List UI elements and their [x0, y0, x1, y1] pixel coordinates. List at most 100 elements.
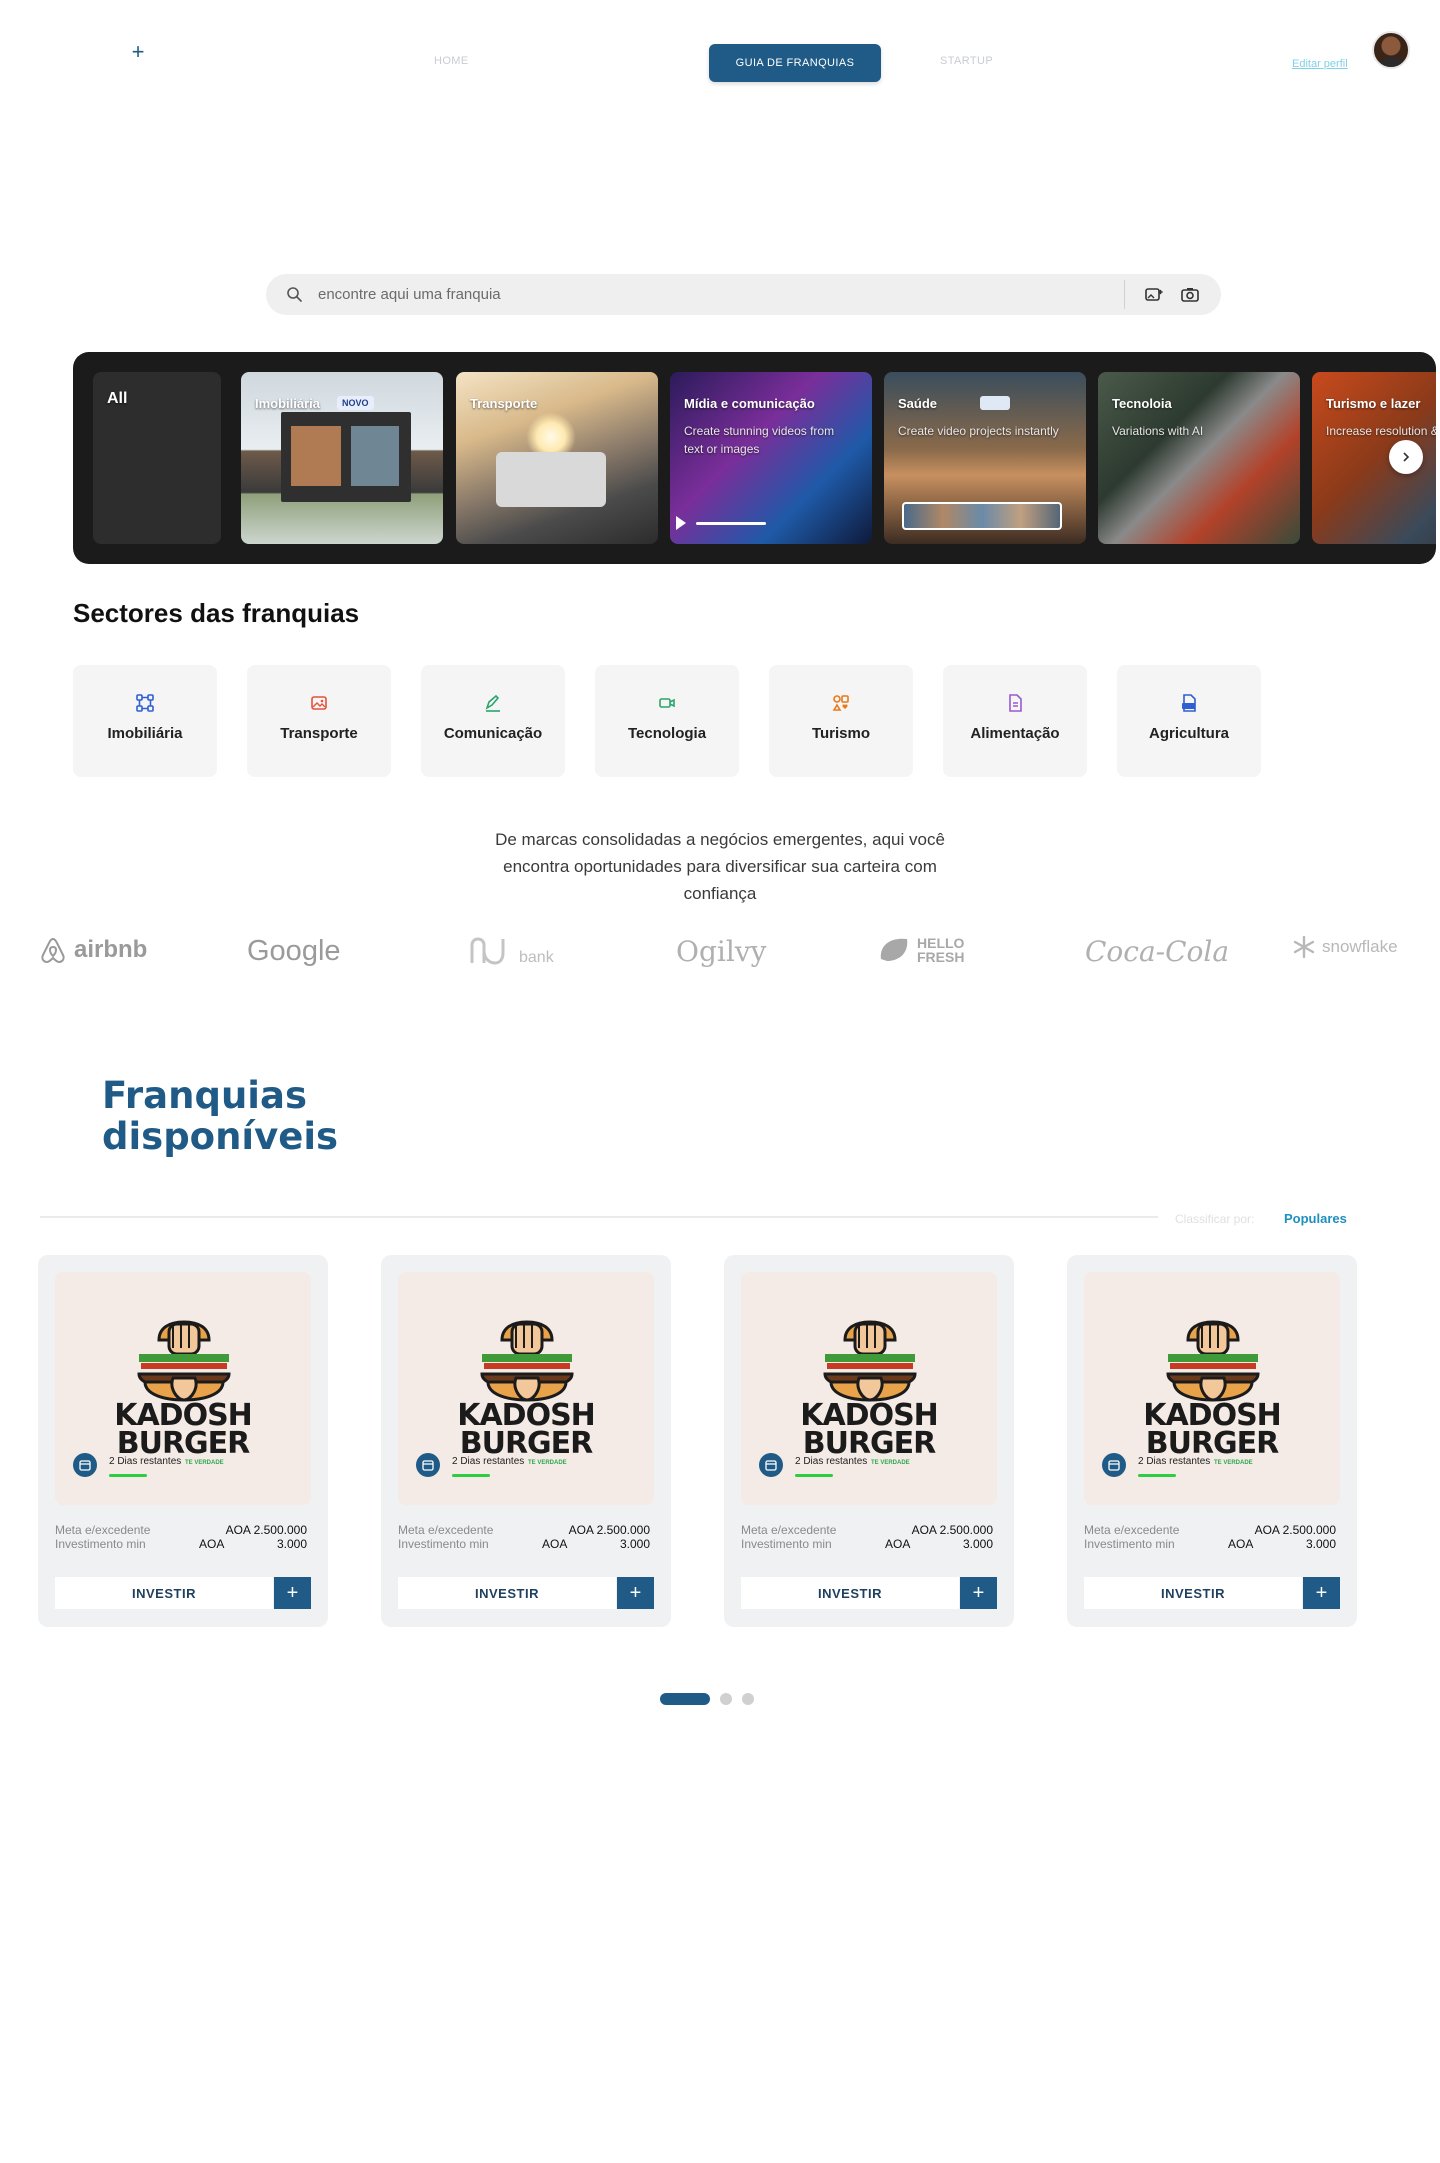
chevron-right-icon: [1403, 452, 1410, 462]
image-search-icon[interactable]: [1144, 285, 1164, 305]
category-carousel: All Imobiliária NOVO Transporte Mídia e …: [73, 352, 1436, 564]
house-image: [281, 412, 411, 502]
calendar-icon: [416, 1453, 440, 1477]
nu-icon: [470, 937, 505, 965]
category-title: Mídia e comunicação: [684, 396, 815, 411]
category-card-transporte[interactable]: Transporte: [456, 372, 658, 544]
document-icon: [1009, 694, 1022, 712]
sector-label: Comunicação: [443, 725, 543, 742]
edit-profile-link[interactable]: Editar perfil: [1292, 58, 1348, 70]
pagination: [660, 1693, 754, 1705]
franchise-card[interactable]: KADOSH BURGER TE VERDADE 2 Dias restantes…: [1067, 1255, 1357, 1627]
pagination-dot[interactable]: [660, 1693, 710, 1705]
invest-button[interactable]: INVESTIR: [55, 1577, 273, 1609]
psd-icon: [1182, 694, 1196, 712]
franchise-card[interactable]: KADOSH BURGER TE VERDADE 2 Dias restantes…: [38, 1255, 328, 1627]
min-investment-value: AOA 3.000: [199, 1537, 307, 1551]
sector-alimentacao[interactable]: Alimentação: [943, 665, 1087, 777]
logo-text: airbnb: [74, 936, 148, 963]
logo-text: snowflake: [1322, 937, 1398, 956]
franchise-logo-image: KADOSH BURGER TE VERDADE 2 Dias restantes: [398, 1272, 654, 1505]
logo-text: HELLO FRESH: [917, 935, 965, 965]
brand-tagline: TE VERDADE: [1214, 1460, 1253, 1466]
divider: [40, 1216, 1158, 1218]
calendar-icon: [759, 1453, 783, 1477]
logo-text: bank: [519, 949, 554, 966]
sector-imobiliaria[interactable]: Imobiliária: [73, 665, 217, 777]
days-remaining: 2 Dias restantes: [1138, 1456, 1211, 1467]
funding-progress-bar: [795, 1474, 833, 1477]
burger-fist-icon: [137, 1320, 231, 1402]
franchise-card[interactable]: KADOSH BURGER TE VERDADE 2 Dias restantes…: [381, 1255, 671, 1627]
category-card-all[interactable]: All: [93, 372, 221, 544]
brand-tagline: TE VERDADE: [185, 1460, 224, 1466]
snowflake-icon: [1293, 935, 1315, 959]
category-subtitle: Increase resolution & details: [1326, 424, 1436, 438]
add-button[interactable]: +: [960, 1577, 997, 1609]
brand-tagline: TE VERDADE: [871, 1460, 910, 1466]
camera-icon[interactable]: [1180, 285, 1200, 305]
sector-label: Agricultura: [1148, 725, 1229, 742]
category-subtitle: Create stunning videos from text or imag…: [684, 424, 835, 456]
image-icon: [311, 696, 327, 710]
category-title: Tecnoloia: [1112, 396, 1172, 411]
sectors-title: Sectores das franquias: [73, 598, 360, 628]
category-card-midia[interactable]: Mídia e comunicação Create stunning vide…: [670, 372, 872, 544]
sector-label: Alimentação: [970, 725, 1060, 742]
video-icon: [659, 698, 675, 708]
invest-button[interactable]: INVESTIR: [398, 1577, 616, 1609]
sort-dropdown[interactable]: Populares: [1284, 1211, 1347, 1226]
invest-button[interactable]: INVESTIR: [1084, 1577, 1302, 1609]
search-input[interactable]: [318, 274, 1018, 315]
days-remaining: 2 Dias restantes: [452, 1456, 525, 1467]
meta-label: Meta e/excedente: [1084, 1523, 1180, 1537]
meta-value: AOA 2.500.000: [568, 1523, 650, 1537]
network-icon: [136, 694, 154, 712]
video-progress-bar: [696, 522, 766, 525]
sector-turismo[interactable]: Turismo: [769, 665, 913, 777]
days-remaining: 2 Dias restantes: [109, 1456, 182, 1467]
min-investment-value: AOA 3.000: [885, 1537, 993, 1551]
add-button[interactable]: +: [274, 1577, 311, 1609]
sector-tecnologia[interactable]: Tecnologia: [595, 665, 739, 777]
airbnb-icon: [41, 937, 65, 964]
pagination-dot[interactable]: [742, 1693, 754, 1705]
category-card-imobiliaria[interactable]: Imobiliária NOVO: [241, 372, 443, 544]
leaf-icon: [880, 938, 908, 961]
franchise-card[interactable]: KADOSH BURGER TE VERDADE 2 Dias restantes…: [724, 1255, 1014, 1627]
category-card-tecnologia[interactable]: Tecnoloia Variations with AI: [1098, 372, 1300, 544]
days-remaining: 2 Dias restantes: [795, 1456, 868, 1467]
add-button[interactable]: +: [617, 1577, 654, 1609]
logo-text: Google: [247, 935, 341, 967]
category-card-saude[interactable]: Saúde Create video projects instantly: [884, 372, 1086, 544]
sector-comunicacao[interactable]: Comunicação: [421, 665, 565, 777]
sector-agricultura[interactable]: Agricultura: [1117, 665, 1261, 777]
nav-startup[interactable]: STARTUP: [940, 55, 993, 67]
burger-fist-icon: [823, 1320, 917, 1402]
pagination-dot[interactable]: [720, 1693, 732, 1705]
add-button[interactable]: +: [1303, 1577, 1340, 1609]
invest-button[interactable]: INVESTIR: [741, 1577, 959, 1609]
avatar[interactable]: [1372, 31, 1410, 69]
video-timeline: [902, 502, 1062, 530]
brand-name: KADOSH BURGER: [457, 1398, 596, 1461]
franchises-title: Franquias disponíveis: [102, 1074, 339, 1158]
category-title: Saúde: [898, 396, 938, 411]
search-icon: [287, 287, 302, 302]
brand-name: KADOSH BURGER: [800, 1398, 939, 1461]
carousel-next-button[interactable]: [1389, 440, 1423, 474]
sector-label: Transporte: [280, 725, 358, 742]
category-subtitle: Variations with AI: [1112, 424, 1204, 438]
sector-transporte[interactable]: Transporte: [247, 665, 391, 777]
category-subtitle: Create video projects instantly: [898, 424, 1059, 438]
sector-label: Tecnologia: [627, 725, 707, 742]
min-investment-label: Investimento min: [398, 1537, 489, 1551]
nav-guia-franquias[interactable]: GUIA DE FRANQUIAS: [709, 44, 881, 82]
add-icon[interactable]: +: [128, 41, 148, 63]
logo-hellofresh: HELLO FRESH: [877, 935, 977, 965]
intro-text: De marcas consolidadas a negócios emerge…: [495, 830, 945, 903]
nav-home[interactable]: HOME: [434, 55, 469, 67]
logo-nubank: bank: [469, 935, 554, 967]
category-title: All: [107, 390, 128, 407]
logo-snowflake: snowflake: [1292, 935, 1398, 959]
